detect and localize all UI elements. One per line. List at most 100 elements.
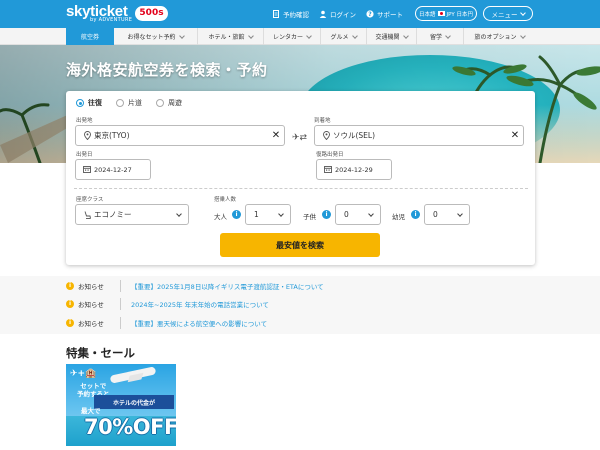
radio-selected-icon: [76, 99, 84, 107]
notice-item: i お知らせ 【重要】悪天候による航空便への影響について: [66, 317, 267, 329]
trip-type-multicity[interactable]: 周遊: [156, 98, 182, 108]
passenger-count-label: 搭乗人数: [214, 197, 237, 203]
chevron-down-icon: [368, 210, 374, 217]
nav-gourmet-label: グルメ: [330, 34, 349, 41]
child-count-value: 0: [344, 210, 349, 219]
chevron-down-icon: [519, 9, 526, 16]
adult-count-select[interactable]: 1: [245, 204, 291, 225]
destination-field[interactable]: ソウル(SEL) ✕: [314, 125, 524, 146]
document-icon: [273, 10, 279, 18]
reservation-check-label: 予約確認: [283, 11, 309, 19]
radio-unselected-icon: [156, 99, 164, 107]
depart-date-label: 出発日: [76, 152, 93, 158]
nav-flights[interactable]: 航空券: [66, 28, 114, 45]
chevron-down-icon: [178, 32, 185, 39]
trip-type-roundtrip-label: 往復: [88, 99, 102, 107]
infant-label: 幼児: [392, 213, 405, 221]
trip-type-roundtrip[interactable]: 往復: [76, 98, 102, 108]
notice-label: お知らせ: [78, 283, 104, 291]
site-logo-sub: by ADVENTURE: [90, 17, 133, 23]
infant-info-icon[interactable]: i: [411, 210, 420, 219]
child-count-select[interactable]: 0: [335, 204, 381, 225]
notice-separator: [120, 317, 121, 329]
seat-class-select[interactable]: エコノミー: [75, 204, 189, 225]
chevron-down-icon: [402, 32, 409, 39]
infant-count-select[interactable]: 0: [424, 204, 470, 225]
origin-label: 出発地: [76, 118, 93, 124]
support-link[interactable]: ? サポート: [366, 9, 403, 19]
chevron-down-icon: [278, 210, 284, 217]
chevron-down-icon: [445, 32, 451, 39]
nav-gourmet[interactable]: グルメ: [321, 28, 367, 45]
location-pin-icon: [80, 131, 94, 140]
seat-class-label: 座席クラス: [76, 197, 104, 203]
notice-separator: [120, 280, 121, 292]
notice-icon: i: [66, 300, 74, 308]
notice-list: i お知らせ 【重要】2025年1月8日以降イギリス電子渡航認証・ETAについて…: [0, 276, 600, 334]
chevron-down-icon: [519, 32, 526, 39]
chevron-down-icon: [176, 210, 182, 217]
notice-label: お知らせ: [78, 301, 104, 309]
form-divider: [74, 188, 528, 189]
depart-date-field[interactable]: 2024-12-27: [75, 159, 151, 180]
anniversary-badge[interactable]: 500s: [135, 6, 168, 21]
nav-hotels[interactable]: ホテル・旅館: [198, 28, 264, 45]
calendar-icon: [80, 166, 94, 173]
nav-travel-options-label: 旅のオプション: [474, 34, 517, 41]
trip-type-oneway[interactable]: 片道: [116, 98, 142, 108]
infant-count-value: 0: [433, 210, 438, 219]
language-currency-button[interactable]: 日本語 JPY 日本円: [415, 6, 477, 21]
calendar-icon: [321, 166, 335, 173]
question-icon: ?: [366, 10, 374, 18]
seat-icon: [80, 210, 94, 219]
search-cheapest-button[interactable]: 最安値を検索: [220, 233, 380, 257]
chevron-down-icon: [306, 32, 312, 39]
nav-study-abroad-label: 留学: [429, 34, 442, 41]
return-date-field[interactable]: 2024-12-29: [316, 159, 392, 180]
promo-max-label: 最大で: [81, 407, 101, 415]
top-header: skyticket by ADVENTURE 500s 予約確認 ログイン ? …: [0, 0, 600, 28]
notice-item: i お知らせ 【重要】2025年1月8日以降イギリス電子渡航認証・ETAについて: [66, 280, 324, 292]
radio-unselected-icon: [116, 99, 124, 107]
chevron-down-icon: [457, 210, 463, 217]
adult-label: 大人: [214, 213, 227, 221]
nav-transport-label: 交通機関: [375, 34, 400, 41]
child-info-icon[interactable]: i: [322, 210, 331, 219]
notice-link[interactable]: 2024年~2025年 年末年始の電話営業について: [131, 299, 269, 309]
nav-set-booking[interactable]: お得なセット予約: [114, 28, 198, 45]
notice-link[interactable]: 【重要】悪天候による航空便への影響について: [131, 318, 267, 328]
nav-hotels-label: ホテル・旅館: [208, 34, 245, 41]
menu-button[interactable]: メニュー: [483, 6, 533, 21]
depart-date-value: 2024-12-27: [94, 165, 132, 174]
adult-count-value: 1: [254, 210, 259, 219]
child-label: 子供: [303, 213, 316, 221]
hero-title: 海外格安航空券を検索・予約: [66, 61, 268, 79]
adult-info-icon[interactable]: i: [232, 210, 241, 219]
reservation-check-link[interactable]: 予約確認: [272, 9, 309, 19]
flight-search-form: 往復 片道 周遊 出発地 東京(TYO) ✕ ✈⇄ 到着地 ソウル(SEL) ✕…: [66, 91, 535, 265]
trip-type-oneway-label: 片道: [128, 99, 142, 107]
person-icon: [319, 10, 327, 18]
login-link[interactable]: ログイン: [319, 9, 356, 19]
nav-set-booking-label: お得なセット予約: [127, 34, 176, 41]
svg-text:?: ?: [368, 11, 372, 18]
clear-origin-icon[interactable]: ✕: [268, 130, 284, 141]
clear-destination-icon[interactable]: ✕: [507, 130, 523, 141]
notice-icon: i: [66, 282, 74, 290]
category-nav: 航空券 お得なセット予約 ホテル・旅館 レンタカー グルメ 交通機関 留学 旅の…: [0, 28, 600, 45]
nav-rentacar[interactable]: レンタカー: [264, 28, 321, 45]
swap-airports-icon[interactable]: ✈⇄: [292, 133, 307, 143]
japan-flag-icon: [437, 11, 445, 16]
notice-label: お知らせ: [78, 320, 104, 328]
nav-study-abroad[interactable]: 留学: [417, 28, 464, 45]
location-pin-icon: [319, 131, 333, 140]
origin-field[interactable]: 東京(TYO) ✕: [75, 125, 285, 146]
notice-link[interactable]: 【重要】2025年1月8日以降イギリス電子渡航認証・ETAについて: [131, 281, 324, 291]
return-date-label: 復路出発日: [316, 152, 344, 158]
hotel-set-promo-banner[interactable]: ✈+🏨 セットで 予約すると ホテルの代金が 最大で 70%OFF: [66, 364, 176, 446]
trip-type-multicity-label: 周遊: [168, 99, 182, 107]
airplane-icon: [109, 366, 157, 384]
nav-travel-options[interactable]: 旅のオプション: [464, 28, 535, 45]
destination-label: 到着地: [314, 118, 331, 124]
nav-transport[interactable]: 交通機関: [367, 28, 417, 45]
